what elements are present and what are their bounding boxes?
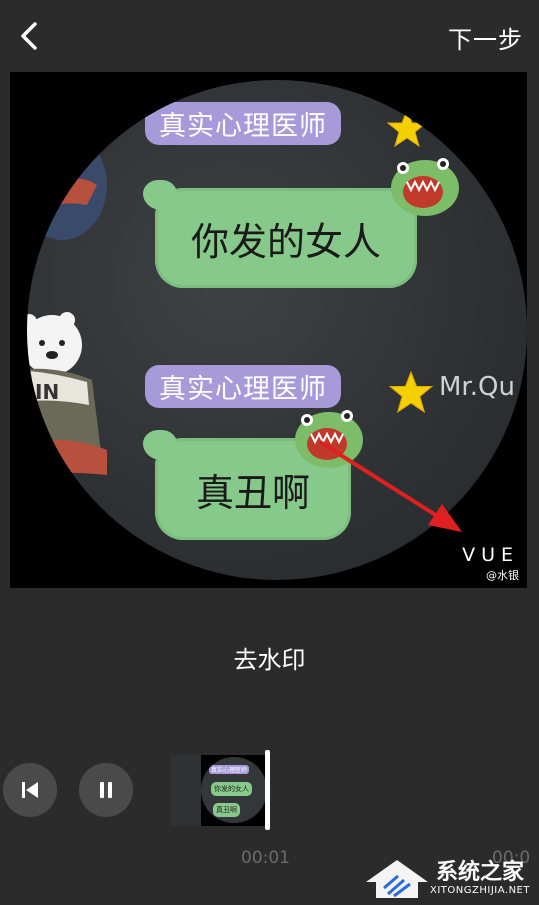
thumb-bubble: 你发的女人 [211,782,252,796]
house-logo-icon [366,860,428,898]
skip-previous-icon [22,782,38,798]
bubble-text-top: 你发的女人 [190,219,381,264]
playhead-handle[interactable] [265,750,270,830]
thumb-circle: 真实心理医师 你发的女人 真丑啊 [201,757,266,823]
site-url: XITONGZHIJIA.NET [430,885,530,896]
sticker-top-left [27,130,107,240]
video-preview[interactable]: IN 真实心理医师 你发的女人 真实心理医师 Mr.Qu 真丑啊 VUE @水银 [10,72,527,588]
chevron-left-icon [21,22,37,50]
time-current: 00:01 [241,848,290,868]
sticker-label: IN [35,380,60,404]
pause-icon [100,782,112,798]
monster-sticker-bottom [295,410,363,468]
monster-sticker-top [391,158,459,216]
label-pill-top: 真实心理医师 [145,102,341,145]
thumb-pill: 真实心理医师 [209,765,250,774]
timeline-thumbnail[interactable]: 真实心理医师 你发的女人 真丑啊 [171,755,266,826]
next-step-button[interactable]: 下一步 [448,20,523,55]
remove-watermark-button[interactable]: 去水印 [0,640,539,675]
star-icon-top [387,108,427,148]
thumb-left-slice [171,755,201,826]
circle-frame: IN 真实心理医师 你发的女人 真实心理医师 Mr.Qu 真丑啊 [27,80,527,580]
top-bar: 下一步 [0,0,539,72]
chat-bubble-top: 你发的女人 [143,180,417,288]
watermark-handle: @水银 [486,569,519,582]
star-icon-bottom [389,370,433,414]
skip-previous-button[interactable] [3,763,57,817]
watermark-logo: VUE [462,544,519,566]
back-button[interactable] [14,20,46,52]
mr-text: Mr.Qu [439,372,515,402]
thumb-bubble-2: 真丑啊 [213,803,240,817]
pause-button[interactable] [79,763,133,817]
site-name: 系统之家 [436,860,525,885]
